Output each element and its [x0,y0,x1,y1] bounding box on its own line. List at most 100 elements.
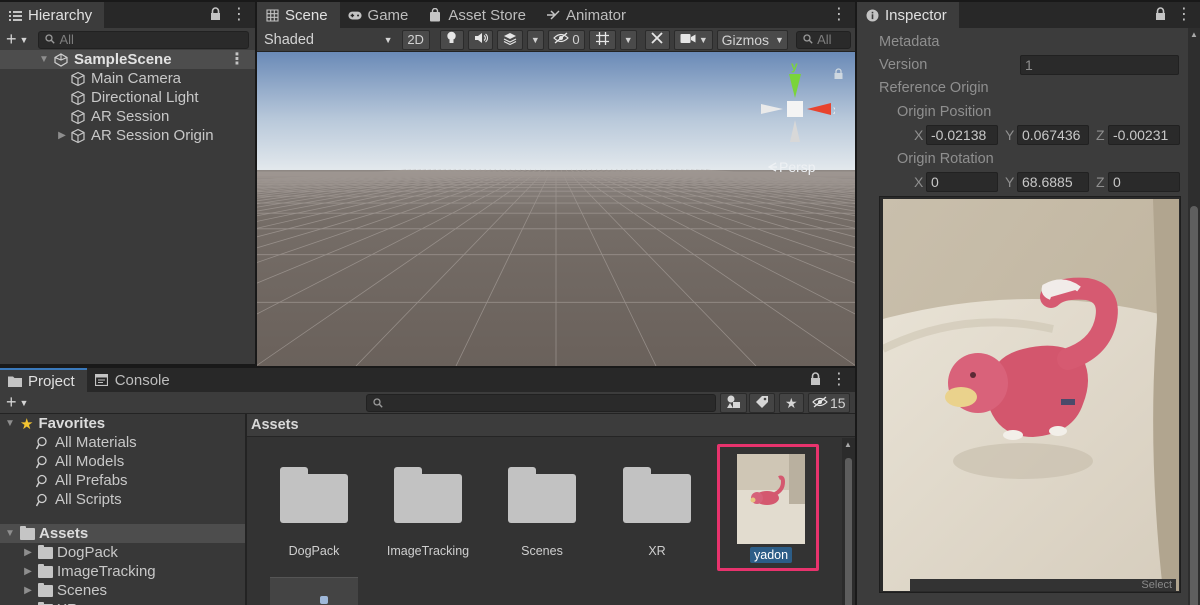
origin-rotation-x-field[interactable]: 0 [926,172,998,192]
gizmos-dropdown[interactable]: Gizmos ▼ [717,29,789,50]
effects-dropdown[interactable]: ▼ [527,29,544,50]
hierarchy-tabbar: Hierarchy ⋮ [0,2,255,28]
chevron-right-icon[interactable]: ▶ [56,130,68,141]
hierarchy-item-main-camera[interactable]: Main Camera [0,69,255,88]
chevron-down-icon: ▼ [530,34,540,45]
tree-folder-xr[interactable]: ▶ XR [0,600,245,605]
console-icon [95,373,109,387]
search-by-type-button[interactable] [720,393,747,413]
scene-row[interactable]: ▼ SampleScene ⋮ [0,50,255,69]
yadon-preview-image [883,199,1179,591]
chevron-down-icon: ▼ [623,34,633,45]
tree-folder-dogpack[interactable]: ▶ DogPack [0,543,245,562]
lighting-toggle[interactable] [439,29,464,50]
gizmo-lock-icon[interactable] [834,66,843,82]
shading-mode-dropdown[interactable]: Shaded ▼ [261,30,396,50]
scrollbar-thumb[interactable] [1190,206,1198,605]
inspector-scrollbar[interactable]: ▲ [1188,28,1200,605]
version-field[interactable]: 1 [1020,55,1179,75]
tab-animator[interactable]: Animator [538,2,638,28]
tab-console[interactable]: Console [87,368,182,392]
tree-folder-imagetracking[interactable]: ▶ ImageTracking [0,562,245,581]
tab-hierarchy[interactable]: Hierarchy [0,2,105,28]
favorite-item-label: All Prefabs [55,472,128,489]
grid-dropdown[interactable]: ▼ [619,29,637,50]
origin-position-label: Origin Position [897,104,992,120]
tree-folder-scenes[interactable]: ▶ Scenes [0,581,245,600]
hierarchy-item-ar-session[interactable]: AR Session [0,107,255,126]
chevron-down-icon[interactable]: ▼ [4,418,16,429]
tab-game-label: Game [367,6,409,24]
lock-icon[interactable] [210,7,221,23]
breadcrumb-bar: Assets [247,414,855,437]
effects-toggle[interactable] [497,29,524,50]
favorite-item-all-scripts[interactable]: All Scripts [0,490,245,509]
lock-icon[interactable] [1155,7,1166,23]
hidden-packages-toggle[interactable]: 15 [808,393,850,413]
folder-icon [394,467,462,523]
hierarchy-search[interactable]: All [38,30,249,49]
reference-origin-label: Reference Origin [879,80,989,96]
tab-project[interactable]: Project [0,368,87,392]
origin-position-y-field[interactable]: 0.067436 [1017,125,1089,145]
origin-rotation-y-label: Y [1005,174,1015,190]
eye-slash-icon [553,32,570,47]
hierarchy-item-ar-session-origin[interactable]: ▶ AR Session Origin [0,126,255,145]
origin-position-x-field[interactable]: -0.02138 [926,125,998,145]
create-asset-button[interactable]: + ▼ [6,392,28,413]
tab-scene[interactable]: Scene [257,2,340,28]
favorite-button[interactable]: ★ [779,393,804,413]
chevron-right-icon[interactable]: ▶ [22,566,34,577]
chevron-right-icon[interactable]: ▶ [22,585,34,596]
origin-position-z-field[interactable]: -0.00231 [1108,125,1180,145]
more-options-icon[interactable]: ⋮ [831,7,847,23]
asset-item-partial[interactable] [270,577,358,605]
origin-rotation-y-field[interactable]: 68.6885 [1017,172,1089,192]
project-search[interactable] [366,394,716,412]
gizmo-axis-y-label: y [791,60,798,73]
scene-more-icon[interactable]: ⋮ [229,51,245,68]
tab-game[interactable]: Game [340,2,421,28]
assets-root-row[interactable]: ▼ Assets [0,524,245,543]
scrollbar-thumb[interactable] [845,458,852,605]
grid-toggle[interactable] [589,29,616,50]
tools-button[interactable] [644,29,671,50]
scroll-up-arrow-icon[interactable]: ▲ [1190,30,1198,39]
project-panel: Project Console ⋮ + ▼ ★ 15 ▼ ★ Favorites… [0,368,855,605]
asset-grid-scrollbar[interactable]: ▲ [842,438,855,605]
preview-select-label[interactable]: Select [1141,579,1172,591]
more-options-icon[interactable]: ⋮ [1176,7,1192,23]
search-by-label-button[interactable] [749,393,775,413]
search-icon [36,474,50,488]
chevron-right-icon[interactable]: ▶ [22,547,34,558]
more-options-icon[interactable]: ⋮ [231,7,247,23]
tab-asset-store-label: Asset Store [448,6,526,24]
camera-settings-button[interactable]: ▼ [674,29,714,50]
favorites-row[interactable]: ▼ ★ Favorites [0,414,245,433]
tree-folder-label: DogPack [57,544,118,561]
hierarchy-item-directional-light[interactable]: Directional Light [0,88,255,107]
lock-icon[interactable] [810,372,821,388]
scroll-up-arrow-icon[interactable]: ▲ [844,440,852,449]
add-object-button[interactable]: + ▼ [6,29,28,50]
toggle-2d-button[interactable]: 2D [401,29,430,50]
chevron-down-icon[interactable]: ▼ [38,54,50,65]
asset-texture-yadon[interactable]: yadon [717,444,819,571]
scene-viewport[interactable]: y x Persp [257,52,855,366]
favorite-item-all-prefabs[interactable]: All Prefabs [0,471,245,490]
more-options-icon[interactable]: ⋮ [831,372,847,388]
audio-toggle[interactable] [467,29,494,50]
breadcrumb[interactable]: Assets [251,417,299,433]
tab-inspector[interactable]: Inspector [857,2,959,28]
favorite-item-all-models[interactable]: All Models [0,452,245,471]
orientation-gizmo[interactable]: y x [755,59,843,156]
chevron-down-icon[interactable]: ▼ [4,528,16,539]
scene-search[interactable]: All [796,30,852,49]
favorite-item-all-materials[interactable]: All Materials [0,433,245,452]
origin-rotation-z-field[interactable]: 0 [1108,172,1180,192]
tab-asset-store[interactable]: Asset Store [420,2,538,28]
persp-label[interactable]: Persp [767,159,816,175]
hidden-objects-toggle[interactable]: 0 [547,29,586,50]
asset-label: Scenes [521,544,563,558]
hidden-count: 0 [572,32,580,47]
